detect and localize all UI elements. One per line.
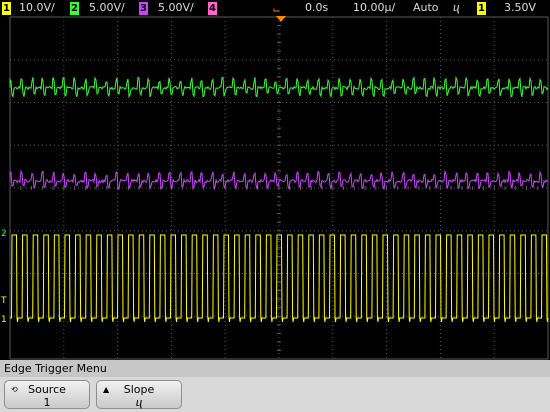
ch1-ground-marker: 1: [1, 315, 7, 325]
ch3-badge[interactable]: 3: [139, 0, 148, 16]
ch2-scale: 5.00V/: [89, 1, 125, 14]
timebase-value: 10.00µ/: [353, 1, 396, 14]
slope-value: ⴗ: [135, 396, 143, 409]
ch1-scale: 10.0V/: [19, 1, 55, 14]
trigger-level: 3.50V: [504, 1, 537, 14]
ch4-badge[interactable]: 4: [208, 0, 217, 16]
softkey-bar: ⟲ Source 1 ▲ Slope ⴗ: [0, 377, 550, 412]
trigger-position-icon: ⨽: [273, 1, 281, 15]
ch4-number: 4: [208, 2, 217, 15]
status-bar: 1 10.0V/ 2 5.00V/ 3 5.00V/ 4 ⨽ 0.0s 10.0…: [0, 0, 550, 16]
ch1-number: 1: [2, 2, 11, 15]
slope-label: Slope: [123, 383, 155, 396]
menu-up-icon: ▲: [103, 385, 110, 394]
waveform-display[interactable]: 2 T 1: [0, 16, 550, 360]
ch1-badge[interactable]: 1: [2, 0, 11, 16]
source-softkey[interactable]: ⟲ Source 1: [4, 380, 90, 409]
graticule: 2 T 1: [0, 16, 550, 360]
ch2-badge[interactable]: 2: [70, 0, 79, 16]
ch3-scale: 5.00V/: [158, 1, 194, 14]
rotary-knob-icon: ⟲: [11, 385, 18, 394]
ch3-number: 3: [139, 2, 148, 15]
trigger-source-badge[interactable]: 1: [477, 0, 486, 16]
slope-softkey[interactable]: ▲ Slope ⴗ: [96, 380, 182, 409]
menu-title: Edge Trigger Menu: [0, 360, 550, 377]
ch2-ground-marker: 2: [1, 229, 7, 239]
source-value: 1: [43, 396, 51, 409]
delay-value: 0.0s: [305, 1, 329, 14]
trigger-level-marker: T: [0, 296, 7, 306]
ch2-number: 2: [70, 2, 79, 15]
slope-icon: ⴗ: [453, 1, 460, 14]
trigger-source-number: 1: [477, 2, 486, 15]
trigger-mode: Auto: [413, 1, 439, 14]
